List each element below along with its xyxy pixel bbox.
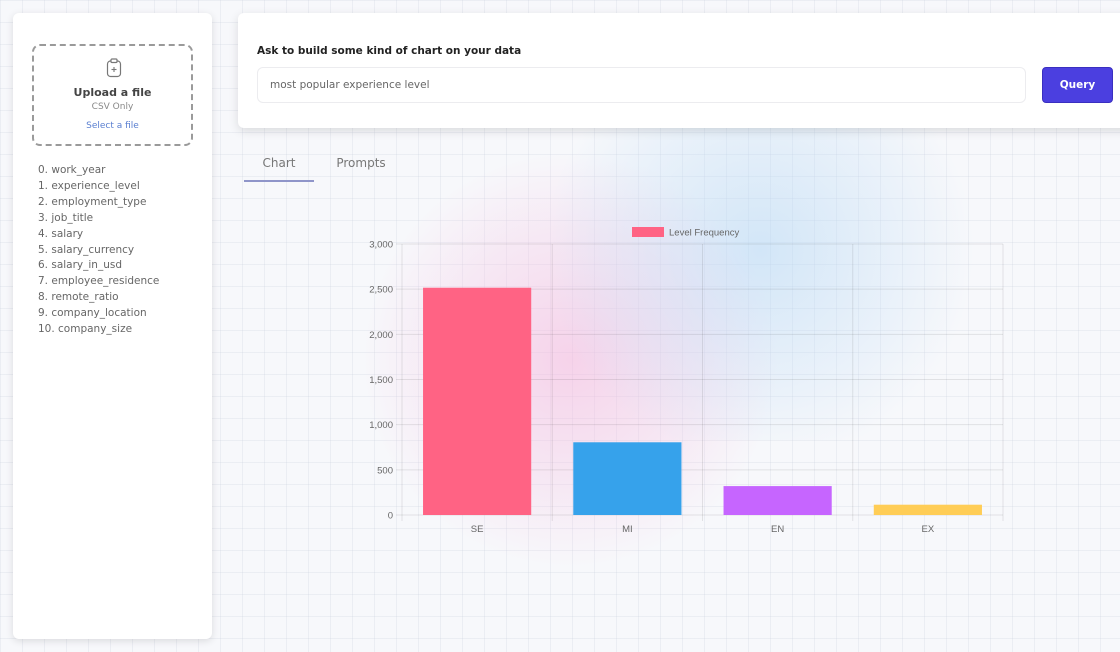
column-item: 10. company_size bbox=[38, 323, 133, 336]
y-tick-label: 0 bbox=[388, 511, 393, 522]
upload-subtitle: CSV Only bbox=[91, 102, 134, 112]
x-tick-label: EX bbox=[922, 524, 935, 535]
x-axis-ticks: SE MI EN EX bbox=[471, 524, 935, 535]
column-item: 6. salary_in_usd bbox=[38, 259, 123, 272]
upload-title: Upload a file bbox=[73, 86, 152, 99]
y-tick-label: 1,000 bbox=[369, 420, 393, 431]
tab-prompts[interactable]: Prompts bbox=[317, 150, 405, 182]
x-tick-label: EN bbox=[771, 524, 784, 535]
column-item: 9. company_location bbox=[38, 307, 147, 320]
bar-en[interactable] bbox=[723, 486, 832, 515]
column-item: 4. salary bbox=[38, 227, 84, 240]
y-tick-label: 2,500 bbox=[369, 285, 393, 296]
query-input[interactable] bbox=[257, 67, 1026, 103]
tab-chart[interactable]: Chart bbox=[244, 150, 314, 182]
bar-mi[interactable] bbox=[573, 442, 682, 515]
bar-se[interactable] bbox=[423, 287, 532, 515]
y-tick-label: 3,000 bbox=[369, 240, 393, 251]
legend-label: Level Frequency bbox=[669, 228, 739, 239]
upload-dropzone[interactable]: Upload a file CSV Only Select a file bbox=[32, 44, 193, 146]
column-item: 1. experience_level bbox=[38, 179, 140, 192]
y-tick-label: 500 bbox=[377, 465, 393, 476]
y-tick-label: 2,000 bbox=[369, 330, 393, 341]
y-tick-label: 1,500 bbox=[369, 375, 393, 386]
query-card: Ask to build some kind of chart on your … bbox=[238, 13, 1120, 128]
file-upload-icon bbox=[106, 58, 122, 78]
x-tick-label: SE bbox=[471, 524, 484, 535]
bar-ex[interactable] bbox=[873, 504, 982, 515]
select-file-link[interactable]: Select a file bbox=[34, 121, 191, 131]
view-tabs: Chart Prompts bbox=[244, 150, 405, 182]
column-item: 2. employment_type bbox=[38, 195, 147, 208]
x-tick-label: MI bbox=[622, 524, 633, 535]
column-item: 8. remote_ratio bbox=[38, 291, 119, 304]
y-axis-ticks: 0 500 1,000 1,500 2,000 2,500 3,000 bbox=[369, 240, 393, 522]
column-item: 3. job_title bbox=[38, 211, 94, 224]
bar-chart: 0 500 1,000 1,500 2,000 2,500 3,000 SE MI EN EX L… bbox=[369, 227, 1004, 535]
column-item: 0. work_year bbox=[38, 164, 106, 176]
column-item: 7. employee_residence bbox=[38, 275, 160, 288]
query-label: Ask to build some kind of chart on your … bbox=[257, 45, 522, 57]
chart-legend: Level Frequency bbox=[632, 227, 739, 239]
query-button[interactable]: Query bbox=[1042, 67, 1113, 103]
legend-swatch[interactable] bbox=[632, 227, 664, 237]
column-list: 0. work_year 1. experience_level 2. empl… bbox=[38, 163, 159, 338]
sidebar: Upload a file CSV Only Select a file 0. … bbox=[13, 13, 212, 639]
column-item: 5. salary_currency bbox=[38, 243, 135, 256]
